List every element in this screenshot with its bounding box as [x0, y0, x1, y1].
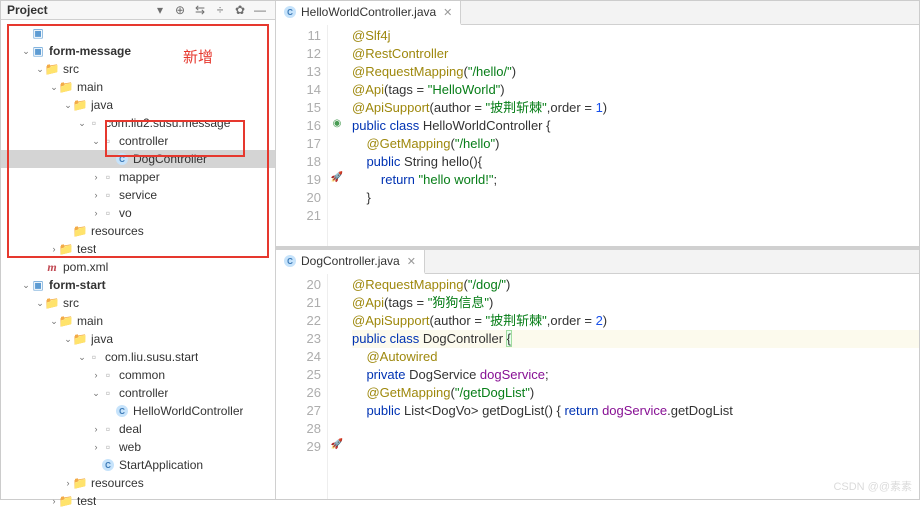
sidebar-header: Project ▾ ⊕ ⇆ ÷ ✿ — [1, 1, 275, 20]
select-in-icon[interactable]: ⊕ [171, 1, 189, 19]
close-icon[interactable]: ✕ [405, 255, 416, 268]
tree-node[interactable]: ⌄📁src [1, 60, 275, 78]
tree-node[interactable]: 📁resources [1, 222, 275, 240]
tree-node[interactable]: ›▫common [1, 366, 275, 384]
tree-node[interactable]: ⌄▣form-start [1, 276, 275, 294]
tree-node[interactable]: ⌄▫com.liu.susu.start [1, 348, 275, 366]
tree-node[interactable]: ›▫service [1, 186, 275, 204]
code-area[interactable]: @Slf4j@RestController@RequestMapping("/h… [346, 25, 919, 246]
tree-node[interactable]: ›📁resources [1, 474, 275, 492]
dropdown-icon[interactable]: ▾ [151, 1, 169, 19]
tree-node[interactable]: ›▫vo [1, 204, 275, 222]
tree-node[interactable]: CHelloWorldController [1, 402, 275, 420]
editor-body-bottom[interactable]: 20212223242526272829 🚀 @RequestMapping("… [276, 274, 919, 499]
project-sidebar: Project ▾ ⊕ ⇆ ÷ ✿ — 新增 ▣⌄▣form-message⌄📁… [1, 1, 276, 499]
hide-icon[interactable]: — [251, 1, 269, 19]
watermark: CSDN @@素素 [833, 478, 912, 494]
editor-pane-bottom: C DogController.java ✕ 20212223242526272… [276, 250, 919, 499]
class-icon: C [284, 6, 296, 18]
class-icon: C [284, 255, 296, 267]
tab-label: DogController.java [301, 254, 400, 268]
project-tree[interactable]: 新增 ▣⌄▣form-message⌄📁src⌄📁main⌄📁java⌄▫com… [1, 20, 275, 514]
line-gutter: 20212223242526272829 [276, 274, 328, 499]
tabbar-bottom: C DogController.java ✕ [276, 250, 919, 274]
gutter-icons: 🚀 [328, 274, 346, 499]
editor-body-top[interactable]: 1112131415161718192021 ◉🚀 @Slf4j@RestCon… [276, 25, 919, 246]
line-gutter: 1112131415161718192021 [276, 25, 328, 246]
tree-node[interactable]: ▣ [1, 24, 275, 42]
sidebar-title: Project [7, 3, 48, 17]
collapse-icon[interactable]: ÷ [211, 1, 229, 19]
tree-node[interactable]: CStartApplication [1, 456, 275, 474]
tree-node[interactable]: ›▫deal [1, 420, 275, 438]
close-icon[interactable]: ✕ [441, 6, 452, 19]
tab-label: HelloWorldController.java [301, 5, 436, 19]
tree-node[interactable]: ›▫web [1, 438, 275, 456]
tab-helloworld[interactable]: C HelloWorldController.java ✕ [276, 1, 461, 25]
settings-icon[interactable]: ✿ [231, 1, 249, 19]
tree-node[interactable]: ⌄📁java [1, 330, 275, 348]
tabbar-top: C HelloWorldController.java ✕ [276, 1, 919, 25]
gutter-icons: ◉🚀 [328, 25, 346, 246]
tree-node[interactable]: ⌄▫controller [1, 132, 275, 150]
expand-icon[interactable]: ⇆ [191, 1, 209, 19]
tree-node[interactable]: ›▫mapper [1, 168, 275, 186]
tree-node[interactable]: ⌄📁main [1, 312, 275, 330]
tree-node[interactable]: ⌄📁main [1, 78, 275, 96]
tree-node[interactable]: CDogController [1, 150, 275, 168]
tree-node[interactable]: ⌄📁src [1, 294, 275, 312]
tree-node[interactable]: ›📁test [1, 492, 275, 510]
tree-node[interactable]: mpom.xml [1, 258, 275, 276]
tree-node[interactable]: ⌄▫controller [1, 384, 275, 402]
editor-pane-top: C HelloWorldController.java ✕ 1112131415… [276, 1, 919, 246]
code-area[interactable]: @RequestMapping("/dog/")@Api(tags = "狗狗信… [346, 274, 919, 499]
editor-area: C HelloWorldController.java ✕ 1112131415… [276, 1, 919, 499]
tab-dogcontroller[interactable]: C DogController.java ✕ [276, 250, 425, 274]
tree-node[interactable]: ⌄▣form-message [1, 42, 275, 60]
tree-node[interactable]: ⌄▫com.liu2.susu.message [1, 114, 275, 132]
tree-node[interactable]: ⌄📁java [1, 96, 275, 114]
tree-node[interactable]: ›📁test [1, 240, 275, 258]
